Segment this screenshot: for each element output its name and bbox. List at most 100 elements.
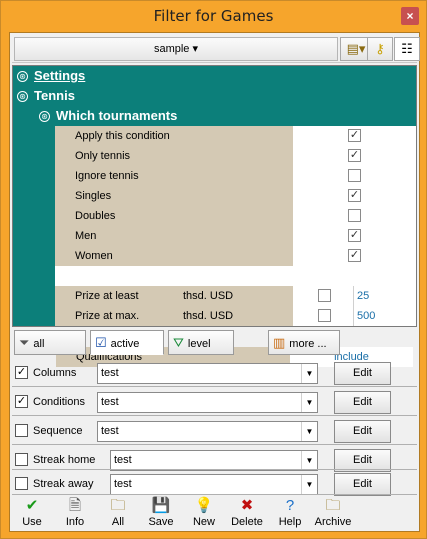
prize-max-label: Prize at max. — [55, 306, 293, 326]
bottom-toolbar: ✔ Use 🗎 Info 🗀 All 💾 Save 💡 New ✖ Delete? Help 🗀 Archi… — [12, 496, 417, 532]
option-checkbox[interactable]: ✓ — [348, 189, 361, 202]
tennis-node[interactable]: ⊛ Tennis — [13, 86, 416, 106]
all-button[interactable]: 🗀 All — [98, 496, 138, 528]
chevron-down-icon: ▼ — [301, 393, 317, 412]
option-label: Men — [55, 226, 293, 246]
prize-least-label: Prize at least — [55, 286, 293, 306]
use-button[interactable]: ✔ Use — [12, 496, 52, 528]
filter-checkbox[interactable] — [15, 424, 28, 437]
filter-select-value: test — [114, 454, 132, 466]
divider — [353, 286, 354, 306]
delete-button[interactable]: ✖ Delete — [227, 496, 267, 528]
close-button[interactable]: × — [401, 7, 419, 25]
option-row: Doubles — [55, 206, 416, 226]
delete-x-icon: ✖ — [240, 497, 254, 514]
tab-more[interactable]: ▥ more ... — [268, 330, 340, 355]
prize-least-input[interactable]: 25 — [357, 286, 369, 306]
filter-select[interactable]: test ▼ — [97, 363, 318, 384]
bottom-button-label: Delete — [231, 516, 263, 528]
option-row: Women ✓ — [55, 246, 416, 266]
edit-button[interactable]: Edit — [334, 362, 391, 385]
key-icon: ⚷ — [375, 41, 385, 56]
condition-tree: ⊛ Settings ⊛ Tennis ⊛ Which tournaments App… — [12, 65, 417, 327]
preset-label: sample — [153, 43, 190, 55]
option-label: Doubles — [55, 206, 293, 226]
divider — [12, 444, 417, 445]
dialog-client: sample ▾ ▤▾ ⚷ ☷ ⊛ Settings ⊛ Tennis ⊛ Wh… — [9, 32, 420, 532]
filter-checkbox[interactable] — [15, 477, 28, 490]
key-button[interactable]: ⚷ — [367, 37, 393, 61]
option-row: Ignore tennis — [55, 166, 416, 186]
filter-select-value: test — [101, 425, 119, 437]
expand-icon: ⊛ — [17, 71, 28, 82]
tab-level-label: level — [187, 338, 211, 350]
divider — [353, 306, 354, 326]
info-button[interactable]: 🗎 Info — [55, 496, 95, 528]
filter-checkbox[interactable]: ✓ — [15, 395, 28, 408]
filter-select[interactable]: test ▼ — [97, 421, 318, 442]
filter-select-value: test — [101, 396, 119, 408]
prize-max-checkbox[interactable] — [318, 309, 331, 322]
tab-active[interactable]: ☑ active — [90, 330, 164, 355]
option-checkbox[interactable]: ✓ — [348, 149, 361, 162]
which-tournaments-node[interactable]: ⊛ Which tournaments — [35, 106, 416, 126]
tree-view-button[interactable]: ☷ — [394, 37, 420, 61]
tab-active-label: active — [110, 338, 140, 350]
help-question-icon: ? — [285, 497, 295, 514]
prize-max-input[interactable]: 500 — [357, 306, 375, 326]
filter-window: Filter for Games × sample ▾ ▤▾ ⚷ ☷ ⊛ Sett… — [0, 0, 427, 539]
bottom-button-label: Help — [278, 516, 302, 528]
option-value-cell: ✓ — [293, 226, 416, 246]
filter-row: Sequence test ▼ Edit — [12, 418, 417, 444]
tab-level[interactable]: ⛛ level — [168, 330, 234, 355]
filter-select[interactable]: test ▼ — [110, 474, 318, 495]
prize-max-value-cell: 500 — [293, 306, 416, 326]
tennis-label: Tennis — [34, 88, 75, 103]
chevron-down-icon: ▼ — [301, 422, 317, 441]
tree-gutter-2 — [35, 106, 55, 326]
option-checkbox[interactable] — [348, 209, 361, 222]
prize-least-row: Prize at least thsd. USD 25 — [55, 286, 416, 306]
divider — [12, 469, 417, 470]
filter-row: ✓ Conditions test ▼ Edit — [12, 389, 417, 415]
edit-button[interactable]: Edit — [334, 473, 391, 496]
tree-view-icon: ☷ — [401, 41, 413, 56]
divider — [12, 415, 417, 416]
filter-select[interactable]: test ▼ — [110, 450, 318, 471]
info-document-icon: 🗎 — [68, 497, 82, 514]
edit-button[interactable]: Edit — [334, 420, 391, 443]
tab-more-label: more ... — [289, 338, 327, 350]
folder-menu-icon: ▤▾ — [346, 41, 366, 56]
option-value-cell: ✓ — [293, 126, 416, 146]
filter-select[interactable]: test ▼ — [97, 392, 318, 413]
option-checkbox[interactable] — [348, 169, 361, 182]
checkbox-icon: ☑ — [95, 335, 107, 350]
edit-button[interactable]: Edit — [334, 391, 391, 414]
filter-checkbox[interactable] — [15, 453, 28, 466]
divider — [12, 494, 417, 495]
archive-button[interactable]: 🗀 Archive — [313, 496, 353, 528]
checkmark-icon: ✔ — [25, 497, 39, 514]
filter-checkbox[interactable]: ✓ — [15, 366, 28, 379]
option-checkbox[interactable]: ✓ — [348, 129, 361, 142]
save-button[interactable]: 💾 Save — [141, 496, 181, 528]
help-button[interactable]: ? Help — [270, 496, 310, 528]
filter-label: Conditions — [33, 396, 85, 408]
tab-all[interactable]: ⏷ all — [14, 330, 86, 355]
option-row: Only tennis ✓ — [55, 146, 416, 166]
option-checkbox[interactable]: ✓ — [348, 229, 361, 242]
prize-least-value-cell: 25 — [293, 286, 416, 306]
preset-select[interactable]: sample ▾ — [14, 37, 338, 61]
prize-least-checkbox[interactable] — [318, 289, 331, 302]
expand-icon: ⊛ — [39, 111, 50, 122]
option-label: Apply this condition — [55, 126, 293, 146]
tab-all-label: all — [33, 338, 45, 350]
option-checkbox[interactable]: ✓ — [348, 249, 361, 262]
settings-node[interactable]: ⊛ Settings — [13, 66, 416, 86]
settings-label: Settings — [34, 68, 86, 83]
option-row: Apply this condition ✓ — [55, 126, 416, 146]
archive-icon: 🗀 — [325, 497, 341, 514]
option-label: Only tennis — [55, 146, 293, 166]
new-button[interactable]: 💡 New — [184, 496, 224, 528]
chevron-down-icon: ▾ — [192, 43, 199, 55]
